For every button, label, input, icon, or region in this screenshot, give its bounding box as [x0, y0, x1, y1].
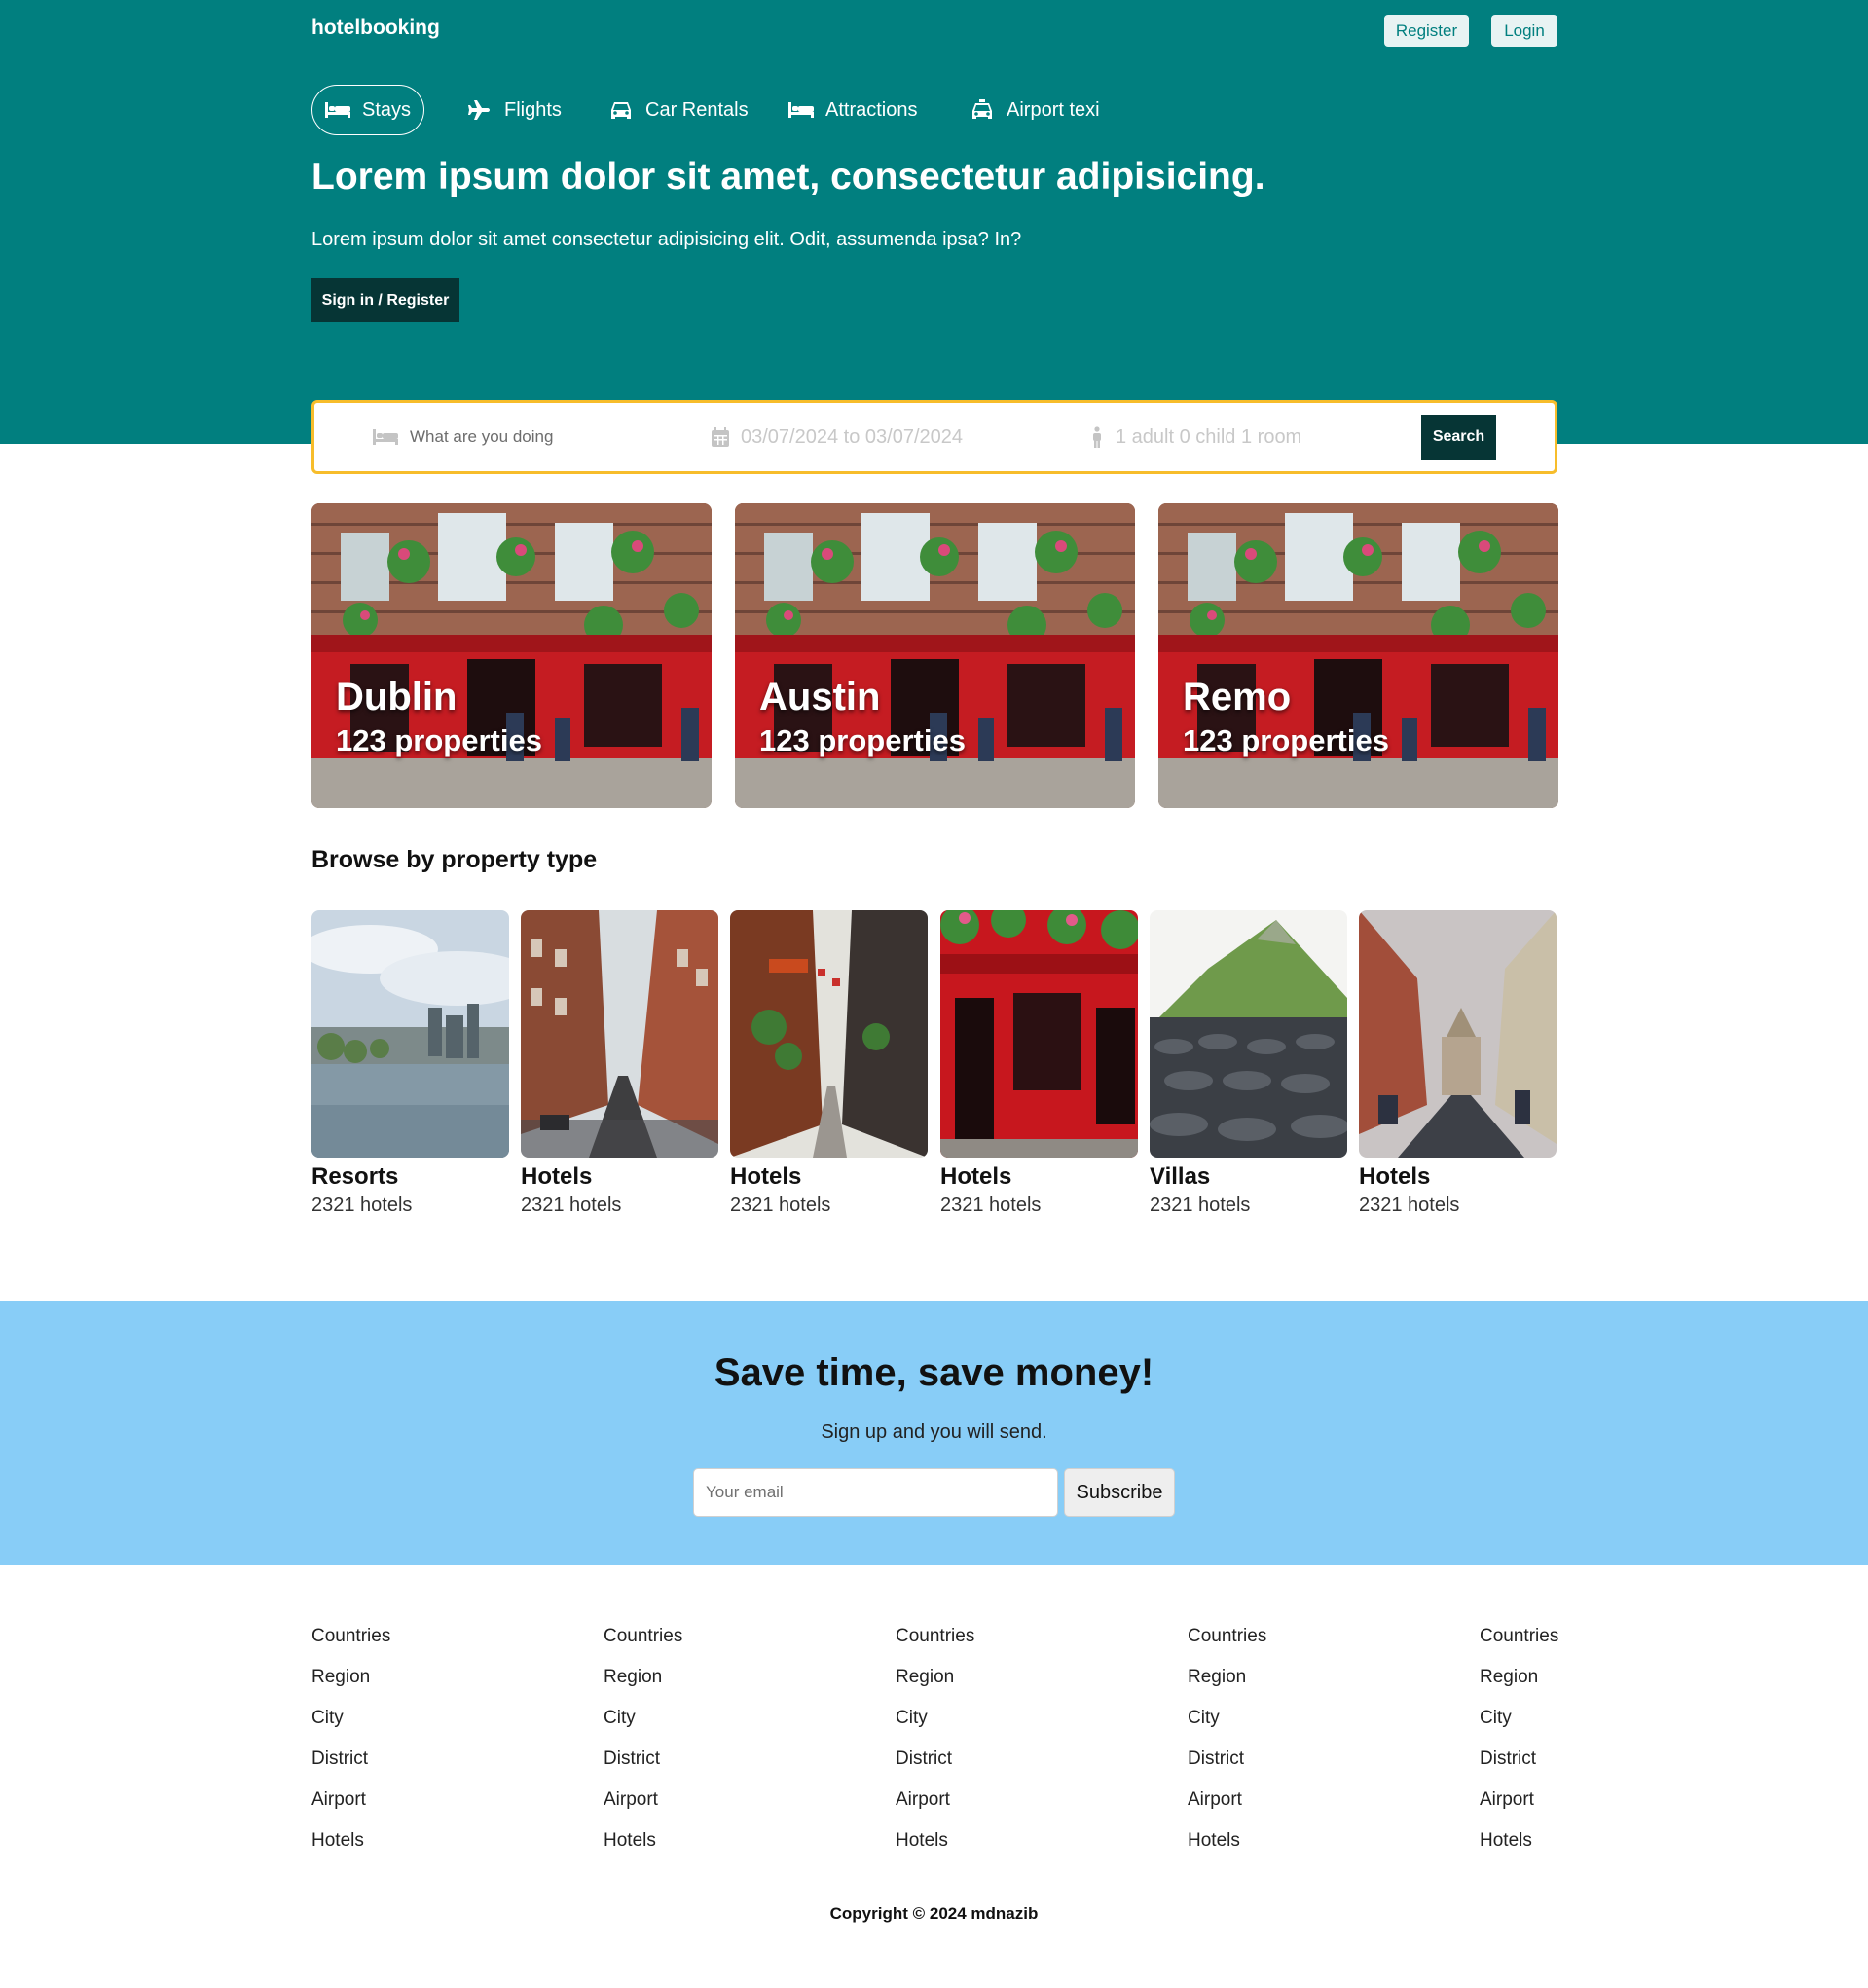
city-photo	[311, 503, 712, 808]
browse-section-title: Browse by property type	[311, 846, 598, 873]
hero-title: Lorem ipsum dolor sit amet, consectetur …	[311, 156, 1265, 198]
city-name: Austin	[759, 676, 881, 718]
property-image	[521, 910, 718, 1158]
footer-link[interactable]: Hotels	[604, 1825, 798, 1866]
newsletter-subtitle: Sign up and you will send.	[821, 1421, 1047, 1443]
property-type-card[interactable]: Hotels 2321 hotels	[521, 910, 718, 1217]
property-type-name: Villas	[1150, 1163, 1211, 1190]
footer-link[interactable]: City	[1188, 1703, 1382, 1744]
property-type-count: 2321 hotels	[1150, 1195, 1251, 1216]
featured-city-card[interactable]: Dublin 123 properties	[311, 503, 712, 808]
person-icon	[1093, 426, 1101, 448]
footer-link[interactable]: Region	[1188, 1662, 1382, 1703]
property-type-card[interactable]: Hotels 2321 hotels	[940, 910, 1138, 1217]
city-properties: 123 properties	[759, 723, 966, 757]
footer-link[interactable]: Airport	[604, 1785, 798, 1825]
search-button[interactable]: Search	[1421, 415, 1496, 460]
footer-link[interactable]: Hotels	[896, 1825, 1090, 1866]
destination-placeholder: What are you doing	[410, 427, 554, 446]
destination-field[interactable]: What are you doing	[373, 403, 553, 471]
hero-content: Lorem ipsum dolor sit amet, consectetur …	[311, 0, 1557, 444]
footer-link[interactable]: City	[896, 1703, 1090, 1744]
city-name: Remo	[1183, 676, 1292, 718]
property-type-name: Hotels	[940, 1163, 1012, 1190]
city-photo	[1158, 503, 1558, 808]
footer-link[interactable]: District	[604, 1744, 798, 1785]
subscribe-button[interactable]: Subscribe	[1064, 1468, 1175, 1517]
copyright: Copyright © 2024 mdnazib	[829, 1904, 1039, 1923]
footer-link[interactable]: Airport	[311, 1785, 506, 1825]
date-range-field[interactable]: 03/07/2024 to 03/07/2024	[712, 403, 963, 471]
footer-link[interactable]: Countries	[604, 1621, 798, 1662]
property-type-card[interactable]: Hotels 2321 hotels	[730, 910, 928, 1217]
property-image	[1359, 910, 1557, 1158]
city-properties: 123 properties	[1183, 723, 1389, 757]
footer-link[interactable]: District	[1480, 1744, 1557, 1785]
bed-icon	[373, 429, 398, 445]
footer-link[interactable]: Hotels	[1188, 1825, 1382, 1866]
property-type-name: Hotels	[730, 1163, 802, 1190]
footer-link[interactable]: Region	[896, 1662, 1090, 1703]
footer-link[interactable]: Countries	[896, 1621, 1090, 1662]
footer-link[interactable]: Countries	[311, 1621, 506, 1662]
footer-link[interactable]: City	[1480, 1703, 1557, 1744]
city-properties: 123 properties	[336, 723, 542, 757]
footer-column: Countries Region City District Airport H…	[1480, 1621, 1558, 1866]
date-range-value: 03/07/2024 to 03/07/2024	[741, 425, 963, 448]
footer-link[interactable]: Countries	[1480, 1621, 1558, 1662]
footer-link[interactable]: Region	[311, 1662, 506, 1703]
property-type-name: Hotels	[1359, 1163, 1431, 1190]
newsletter-section: Save time, save money! Sign up and you w…	[0, 1301, 1868, 1565]
signin-register-button[interactable]: Sign in / Register	[311, 278, 459, 322]
property-type-card[interactable]: Hotels 2321 hotels	[1359, 910, 1557, 1217]
footer-link[interactable]: Airport	[1480, 1785, 1557, 1825]
property-type-count: 2321 hotels	[1359, 1195, 1460, 1216]
footer-column: Countries Region City District Airport H…	[604, 1621, 798, 1866]
property-type-card[interactable]: Resorts 2321 hotels	[311, 910, 509, 1217]
footer-link[interactable]: City	[311, 1703, 506, 1744]
footer-link[interactable]: District	[1188, 1744, 1382, 1785]
property-type-count: 2321 hotels	[311, 1195, 413, 1216]
property-type-card[interactable]: Villas 2321 hotels	[1150, 910, 1347, 1217]
newsletter-title: Save time, save money!	[714, 1351, 1154, 1394]
guests-value: 1 adult 0 child 1 room	[1116, 425, 1302, 448]
property-type-name: Hotels	[521, 1163, 593, 1190]
property-type-count: 2321 hotels	[730, 1195, 831, 1216]
property-image	[940, 910, 1138, 1158]
property-type-count: 2321 hotels	[940, 1195, 1042, 1216]
footer-column: Countries Region City District Airport H…	[896, 1621, 1090, 1866]
footer-link[interactable]: Airport	[896, 1785, 1090, 1825]
footer-column: Countries Region City District Airport H…	[311, 1621, 506, 1866]
footer-column: Countries Region City District Airport H…	[1188, 1621, 1382, 1866]
property-type-name: Resorts	[311, 1163, 399, 1190]
footer-link[interactable]: Countries	[1188, 1621, 1382, 1662]
featured-city-card[interactable]: Remo 123 properties	[1158, 503, 1558, 808]
footer-link[interactable]: District	[311, 1744, 506, 1785]
email-input[interactable]	[693, 1468, 1058, 1517]
city-photo	[735, 503, 1135, 808]
footer-link[interactable]: District	[896, 1744, 1090, 1785]
city-name: Dublin	[336, 676, 458, 718]
featured-city-card[interactable]: Austin 123 properties	[735, 503, 1135, 808]
footer-link[interactable]: Hotels	[1480, 1825, 1557, 1866]
footer-link[interactable]: Airport	[1188, 1785, 1382, 1825]
property-image	[730, 910, 928, 1158]
footer-link[interactable]: Region	[1480, 1662, 1557, 1703]
property-type-count: 2321 hotels	[521, 1195, 622, 1216]
footer-link[interactable]: Hotels	[311, 1825, 506, 1866]
calendar-icon	[712, 427, 729, 447]
search-bar: What are you doing 03/07/2024 to 03/07/2…	[311, 400, 1557, 474]
hero-header: hotelbooking Register Login Stays Flight…	[0, 0, 1868, 444]
property-image	[1150, 910, 1347, 1158]
hero-subtitle: Lorem ipsum dolor sit amet consectetur a…	[311, 229, 1022, 250]
guests-field[interactable]: 1 adult 0 child 1 room	[1090, 403, 1301, 471]
footer-link[interactable]: Region	[604, 1662, 798, 1703]
property-image	[311, 910, 509, 1158]
footer-link[interactable]: City	[604, 1703, 798, 1744]
